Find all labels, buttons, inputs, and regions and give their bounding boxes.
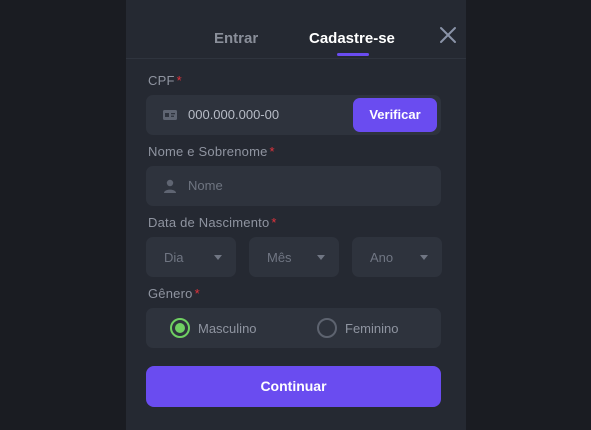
month-select[interactable]: Mês (249, 237, 339, 277)
gender-option-label: Feminino (345, 321, 399, 336)
name-label-text: Nome e Sobrenome (148, 144, 268, 159)
required-mark: * (269, 144, 275, 159)
required-mark: * (271, 215, 277, 230)
chevron-down-icon (420, 255, 428, 260)
gender-label: Gênero * (148, 286, 200, 301)
name-field[interactable]: Nome (146, 166, 441, 206)
year-select-value: Ano (370, 250, 394, 265)
cpf-label-text: CPF (148, 73, 175, 88)
required-mark: * (176, 73, 182, 88)
auth-tabs: Entrar Cadastre-se (126, 0, 466, 59)
tab-login[interactable]: Entrar (214, 30, 258, 47)
birthdate-label: Data de Nascimento * (148, 215, 277, 230)
close-icon[interactable] (438, 25, 458, 45)
month-select-value: Mês (267, 250, 292, 265)
cpf-field[interactable]: 000.000.000-00 Verificar (146, 95, 441, 135)
name-label: Nome e Sobrenome * (148, 144, 275, 159)
chevron-down-icon (214, 255, 222, 260)
required-mark: * (194, 286, 200, 301)
tab-signup[interactable]: Cadastre-se (309, 30, 395, 47)
gender-options: Masculino Feminino (146, 308, 441, 348)
page-background: Entrar Cadastre-se CPF * 000.000.000-00 V… (0, 0, 591, 430)
active-tab-indicator (337, 53, 369, 56)
signup-modal: Entrar Cadastre-se CPF * 000.000.000-00 V… (126, 0, 466, 430)
user-icon (164, 179, 176, 193)
birthdate-label-text: Data de Nascimento (148, 215, 270, 230)
day-select-value: Dia (164, 250, 184, 265)
verify-button[interactable]: Verificar (353, 98, 437, 132)
cpf-label: CPF * (148, 73, 182, 88)
id-card-icon (163, 110, 177, 120)
gender-label-text: Gênero (148, 286, 193, 301)
radio-checked-icon (170, 318, 190, 338)
chevron-down-icon (317, 255, 325, 260)
continue-button[interactable]: Continuar (146, 366, 441, 407)
gender-option-label: Masculino (198, 321, 257, 336)
day-select[interactable]: Dia (146, 237, 236, 277)
radio-unchecked-icon (317, 318, 337, 338)
cpf-input[interactable]: 000.000.000-00 (188, 107, 279, 122)
year-select[interactable]: Ano (352, 237, 442, 277)
name-input[interactable]: Nome (188, 178, 223, 193)
